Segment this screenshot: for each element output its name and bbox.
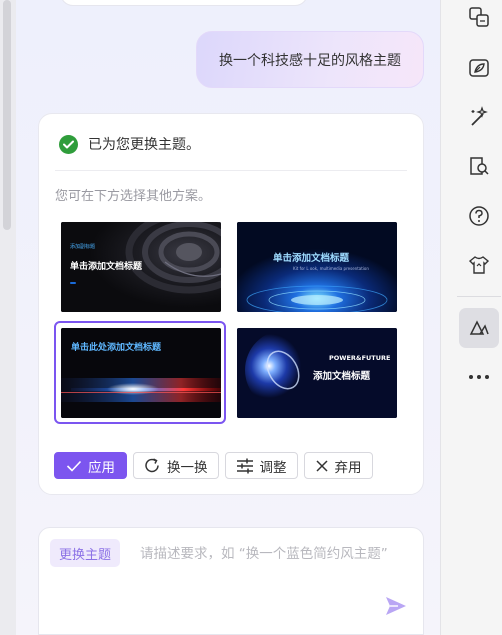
mode-tag[interactable]: 更换主题 <box>50 539 121 567</box>
prompt-input-box[interactable]: 更换主题 请描述要求，如 “换一个蓝色简约风主题” <box>38 527 424 635</box>
tshirt-icon <box>468 256 490 274</box>
user-message-text: 换一个科技感十足的风格主题 <box>219 52 401 69</box>
theme-1-title: 单击添加文档标题 <box>70 262 143 272</box>
theme-icon <box>469 320 489 335</box>
theme-3-title: 单击此处添加文档标题 <box>71 343 162 353</box>
check-icon <box>59 134 78 154</box>
shuffle-label: 换一换 <box>167 459 208 476</box>
discard-button[interactable]: 弃用 <box>303 452 373 479</box>
discard-label: 弃用 <box>334 459 362 476</box>
adjust-label: 调整 <box>259 459 287 476</box>
image-tool[interactable] <box>459 48 499 88</box>
scrollbar-thumb[interactable] <box>3 0 11 230</box>
theme-4-title-line1: POWER&FUTURE <box>329 354 391 362</box>
theme-2-subtitle: Kit for L ook, multimedia presentation <box>293 266 369 271</box>
theme-tool[interactable] <box>459 308 499 348</box>
sliders-icon <box>236 458 253 473</box>
user-message-bubble: 换一个科技感十足的风格主题 <box>196 31 424 88</box>
prompt-placeholder[interactable]: 请描述要求，如 “换一个蓝色简约风主题” <box>140 542 390 566</box>
apply-button[interactable]: 应用 <box>54 452 127 479</box>
theme-4-title-line2: 添加文档标题 <box>313 371 371 382</box>
translate-tool[interactable] <box>459 0 499 37</box>
refresh-icon <box>145 458 159 473</box>
magic-wand-icon <box>471 106 488 126</box>
style-tool[interactable] <box>459 245 499 285</box>
chat-panel: 换一个科技感十足的风格主题 已为您更换主题。 您可在下方选择其他方案。 添加副标… <box>0 0 440 635</box>
book-search-icon <box>470 157 489 175</box>
leaf-image-icon <box>469 59 489 77</box>
magic-tool[interactable] <box>459 97 499 137</box>
theme-thumbnail-3[interactable]: 单击此处添加文档标题 <box>61 328 221 418</box>
theme-thumbnail-2[interactable]: 单击添加文档标题 Kit for L ook, multimedia prese… <box>237 222 397 312</box>
status-row: 已为您更换主题。 <box>59 134 200 154</box>
theme-1-chip <box>70 282 76 284</box>
more-icon <box>469 375 489 379</box>
translate-icon <box>469 7 489 27</box>
previous-message-card <box>60 0 308 6</box>
theme-thumbnail-4[interactable]: POWER&FUTURE 添加文档标题 <box>237 328 397 418</box>
theme-thumbnail-1[interactable]: 添加副标题 单击添加文档标题 <box>61 222 221 312</box>
theme-2-title: 单击添加文档标题 <box>273 253 350 264</box>
help-icon <box>469 206 489 226</box>
theme-1-kicker: 添加副标题 <box>70 244 96 250</box>
apply-label: 应用 <box>88 459 115 476</box>
adjust-button[interactable]: 调整 <box>224 452 298 479</box>
divider <box>55 170 407 171</box>
theme-actions: 应用 换一换 调整 弃用 <box>54 452 373 479</box>
hint-text: 您可在下方选择其他方案。 <box>55 189 212 204</box>
reader-tool[interactable] <box>459 146 499 186</box>
status-text: 已为您更换主题。 <box>88 137 200 153</box>
help-tool[interactable] <box>459 196 499 236</box>
close-icon <box>315 459 328 472</box>
check-icon <box>66 460 82 472</box>
toolbar-divider <box>457 296 501 297</box>
more-tool[interactable] <box>459 357 499 397</box>
send-icon[interactable] <box>385 596 407 620</box>
assistant-reply-card: 已为您更换主题。 您可在下方选择其他方案。 添加副标题 单击添加文档标题 单击添… <box>38 113 424 495</box>
shuffle-button[interactable]: 换一换 <box>133 452 219 479</box>
right-toolbar <box>440 0 502 635</box>
